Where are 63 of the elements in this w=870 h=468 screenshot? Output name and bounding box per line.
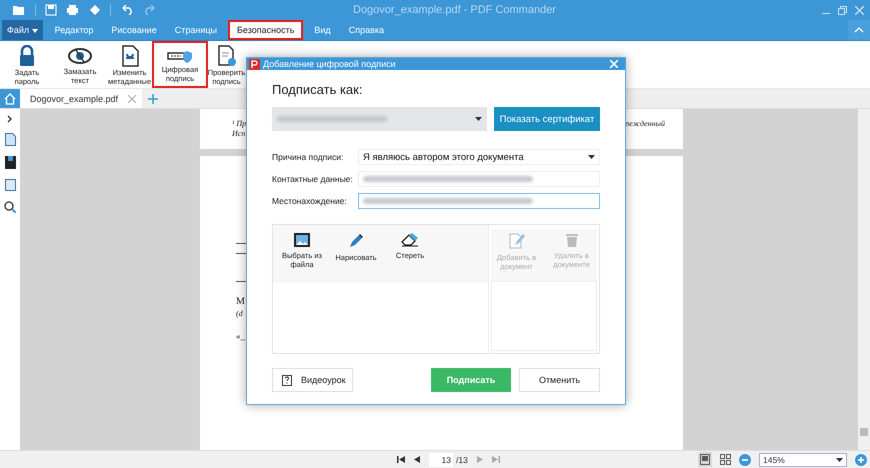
single-page-icon[interactable]	[698, 452, 712, 467]
next-page-icon[interactable]	[476, 456, 483, 463]
close-icon[interactable]	[855, 6, 864, 14]
zoom-out-icon[interactable]	[739, 454, 751, 466]
document-text: М	[236, 296, 245, 307]
restore-icon[interactable]	[838, 6, 847, 14]
trash-icon	[566, 233, 578, 247]
image-icon	[294, 233, 310, 247]
close-tab-icon[interactable]	[128, 94, 136, 102]
scrollbar[interactable]	[858, 109, 870, 450]
save-icon[interactable]	[45, 4, 57, 16]
field-label: Местонахождение:	[272, 196, 348, 206]
caret-icon	[836, 458, 843, 462]
show-certificate-button[interactable]: Показать сертификат	[494, 107, 600, 131]
field-label: Причина подписи:	[272, 152, 344, 162]
page-number-field[interactable]: 13	[429, 452, 453, 466]
undo-icon[interactable]	[120, 5, 134, 15]
input-field[interactable]	[358, 193, 600, 209]
add-tab-icon[interactable]	[148, 94, 158, 104]
zoom-in-icon[interactable]	[855, 454, 867, 466]
document-text: Исп	[232, 129, 246, 138]
two-page-icon[interactable]	[720, 454, 731, 465]
document-text: режденный	[625, 119, 665, 128]
document-text: (d	[236, 309, 243, 318]
expand-icon[interactable]	[7, 115, 13, 123]
notes-icon[interactable]	[4, 179, 16, 191]
dialog-title: Добавление цифровой подписи	[263, 59, 397, 69]
document-tab[interactable]: Dogovor_example.pdf	[20, 89, 142, 108]
page-total: /13	[456, 454, 468, 464]
caret-icon	[32, 29, 38, 33]
reason-dropdown[interactable]: Я являюсь автором этого документа	[358, 149, 600, 165]
previous-page-icon[interactable]	[414, 456, 420, 463]
page-thumbnail-icon[interactable]	[4, 133, 16, 146]
pen-icon	[348, 233, 364, 249]
cancel-button[interactable]: Отменить	[519, 368, 600, 392]
document-pen-icon	[508, 233, 524, 249]
last-page-icon[interactable]	[492, 456, 500, 463]
caret-icon	[475, 117, 482, 121]
zoom-dropdown[interactable]: 145%	[759, 452, 847, 466]
crossed-eye-icon	[68, 46, 92, 66]
folder-icon[interactable]	[12, 4, 26, 16]
first-page-icon[interactable]	[397, 456, 405, 463]
field-label: Контактные данные:	[272, 174, 354, 184]
home-icon[interactable]	[0, 89, 20, 108]
lock-icon	[17, 45, 37, 68]
collapse-ribbon-icon[interactable]	[848, 20, 870, 40]
document-text: ¹ Пр	[232, 119, 246, 128]
search-icon[interactable]	[4, 201, 16, 213]
menu-tab[interactable]: Безопасность	[228, 20, 304, 40]
file-menu[interactable]: Файл	[2, 20, 43, 40]
bookmark-icon[interactable]	[4, 156, 16, 169]
redo-icon[interactable]	[143, 5, 157, 15]
document-icon	[120, 45, 140, 68]
caret-icon	[588, 155, 595, 159]
help-icon	[282, 374, 292, 386]
certificate-shield-icon	[167, 48, 193, 64]
window-title: Dogovor_example.pdf - PDF Commander	[352, 4, 557, 16]
document-text: «_	[236, 331, 245, 341]
section-heading: Подписать как:	[272, 82, 364, 97]
document-check-icon	[216, 45, 236, 68]
print-icon[interactable]	[66, 4, 79, 16]
video-tutorial-button[interactable]: Видеоурок	[272, 368, 353, 392]
eraser-icon	[401, 233, 419, 247]
